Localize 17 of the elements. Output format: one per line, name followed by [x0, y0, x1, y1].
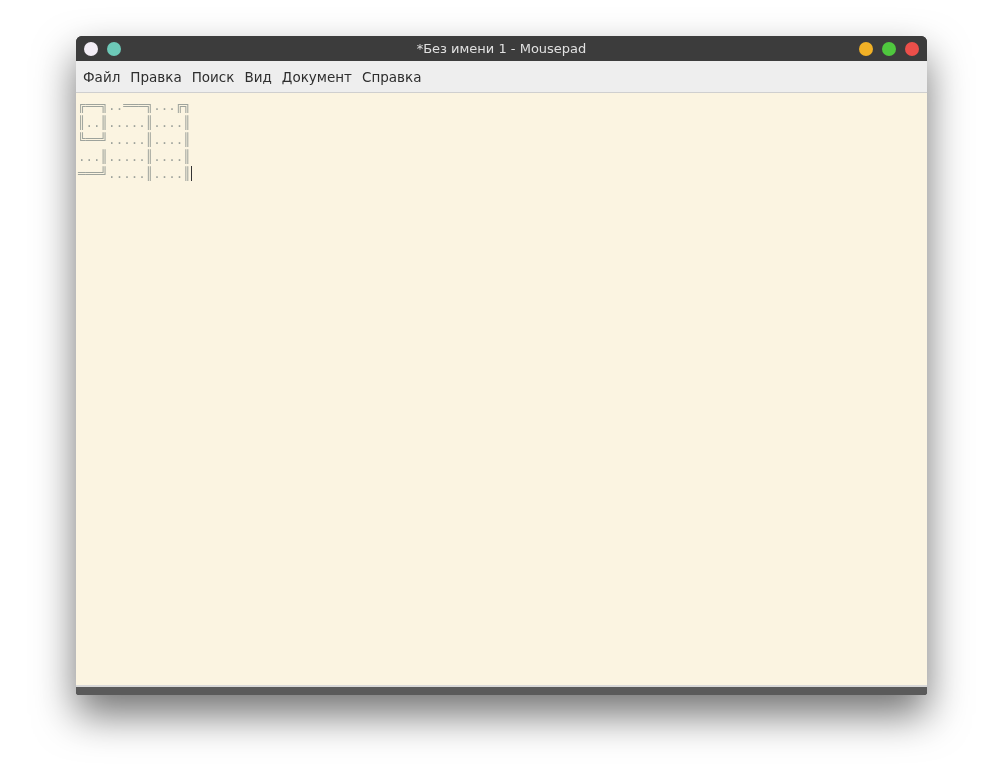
window-menu-button[interactable]	[107, 41, 121, 56]
menu-item[interactable]: Вид	[239, 68, 277, 85]
text-line: ║..║.....║....║	[78, 114, 191, 131]
menu-item[interactable]: Документ	[276, 68, 357, 85]
window-title: *Без имени 1 - Mousepad	[415, 41, 588, 56]
text-line: ╚══╝.....║....║	[78, 131, 191, 148]
close-button[interactable]	[905, 41, 919, 56]
text-line: ╔══╗..═══╗...╔╗	[78, 97, 191, 114]
menu-item[interactable]: Поиск	[186, 68, 240, 85]
text-line: ...║.....║....║	[78, 148, 191, 165]
text-line: ═══╝.....║....║	[78, 165, 191, 182]
menu-item[interactable]: Файл	[78, 68, 126, 85]
menu-item[interactable]: Справка	[356, 68, 427, 85]
menu-item[interactable]: Правка	[125, 68, 187, 85]
text-cursor	[190, 166, 192, 181]
minimize-button[interactable]	[859, 41, 873, 56]
maximize-button[interactable]	[882, 41, 896, 56]
